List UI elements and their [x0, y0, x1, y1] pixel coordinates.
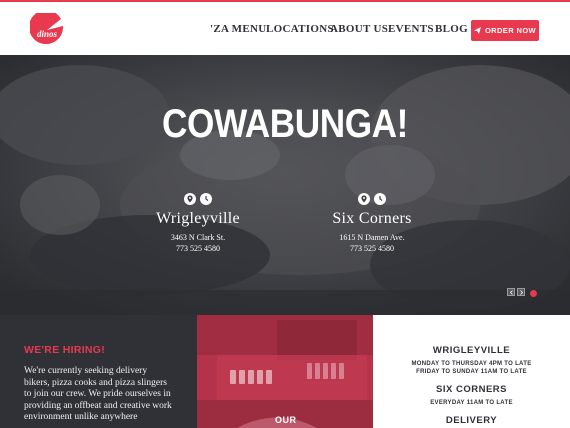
hiring-panel: WE'RE HIRING! We're currently seeking de…: [0, 315, 197, 428]
hours-line: EVERYDAY 11AM TO LATE: [430, 400, 513, 406]
nav-locations[interactable]: LOCATIONS: [266, 23, 334, 35]
location-name: Wrigleyville: [156, 210, 240, 227]
map-pin-icon: [184, 192, 196, 205]
promo-image-panel[interactable]: OUR: [197, 315, 373, 428]
hero-background-image: [0, 55, 570, 315]
nav-blog[interactable]: BLOG: [435, 23, 468, 35]
logo-text: dinos: [37, 29, 58, 39]
logo[interactable]: dinos: [29, 10, 64, 47]
nav-za-menu[interactable]: 'ZA MENU: [210, 23, 267, 35]
chevron-left-icon: [509, 289, 513, 295]
clock-icon: [200, 192, 212, 205]
order-now-button[interactable]: ORDER NOW: [471, 20, 539, 41]
hiring-text: We're currently seeking delivery bikers,…: [24, 366, 172, 422]
order-now-label: ORDER NOW: [484, 26, 537, 35]
location-name: Six Corners: [332, 210, 412, 227]
site-header: dinos 'ZA MENU LOCATIONS ABOUT US EVENTS…: [0, 0, 570, 55]
slider-prev-button[interactable]: [507, 288, 515, 296]
hero-banner: COWABUNGA! Wrigleyville 3463 N Clark St.…: [0, 55, 570, 315]
hours-heading-six-corners: SIX CORNERS: [436, 384, 507, 395]
hero-title: COWABUNGA!: [162, 102, 408, 146]
hours-panel: WRIGLEYVILLE MONDAY TO THURSDAY 4PM TO L…: [373, 315, 570, 428]
arcade-image: [197, 315, 373, 428]
location-address: 1615 N Damen Ave.: [339, 233, 405, 242]
slider-next-button[interactable]: [517, 288, 525, 296]
location-phone: 773 525 4580: [350, 244, 394, 253]
location-wrigleyville[interactable]: Wrigleyville 3463 N Clark St. 773 525 45…: [128, 192, 268, 254]
send-icon: [473, 27, 481, 34]
chevron-right-icon: [519, 289, 523, 295]
clock-icon: [374, 192, 386, 205]
hours-line: MONDAY TO THURSDAY 4PM TO LATE: [411, 361, 532, 367]
promo-text: OUR: [275, 415, 297, 425]
nav-events[interactable]: EVENTS: [388, 23, 434, 35]
nav-about-us[interactable]: ABOUT US: [330, 23, 388, 35]
location-six-corners[interactable]: Six Corners 1615 N Damen Ave. 773 525 45…: [302, 192, 442, 254]
hours-heading-wrigleyville: WRIGLEYVILLE: [432, 345, 511, 356]
hiring-title: WE'RE HIRING!: [24, 344, 106, 356]
location-address: 3463 N Clark St.: [170, 233, 226, 242]
slider-indicator[interactable]: [530, 290, 537, 297]
hours-heading-delivery: DELIVERY: [445, 415, 498, 426]
map-pin-icon: [358, 192, 370, 205]
location-phone: 773 525 4580: [176, 244, 220, 253]
hours-line: FRIDAY TO SUNDAY 11AM TO LATE: [416, 369, 527, 375]
